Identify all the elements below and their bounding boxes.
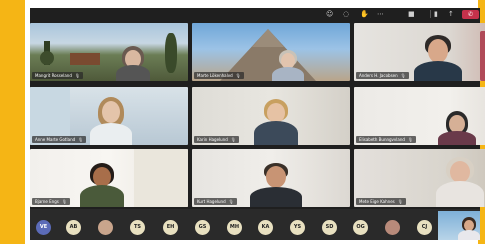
video-icon[interactable]: ■ bbox=[408, 10, 415, 18]
people-icon[interactable]: ☺ bbox=[326, 10, 333, 18]
toolbar-divider bbox=[430, 10, 431, 18]
participant-photo-avatar[interactable] bbox=[98, 220, 113, 235]
participant-name: Marte Lökenhalvd 🎙 bbox=[194, 72, 244, 79]
participant-photo-avatar[interactable] bbox=[385, 220, 400, 235]
meeting-window: ☺ ◌ ✋ ⋯ ■ ▮ ↑ ✆ Mangrit Rosseland 🎙 Mart… bbox=[30, 8, 485, 240]
participant-name: Anne Marte Gotland 🎙 bbox=[32, 136, 87, 143]
participant-name: Kurt Hagelund 🎙 bbox=[194, 198, 237, 205]
participant-avatar[interactable]: SD bbox=[322, 220, 337, 235]
chat-icon[interactable]: ◌ bbox=[343, 10, 349, 18]
participant-avatar[interactable]: OG bbox=[353, 220, 368, 235]
participant-avatar[interactable]: TS bbox=[130, 220, 145, 235]
participant-avatar[interactable]: GS bbox=[195, 220, 210, 235]
participant-avatar[interactable]: CJ bbox=[417, 220, 432, 235]
more-icon[interactable]: ⋯ bbox=[377, 10, 384, 18]
participant-avatar[interactable]: KA bbox=[258, 220, 273, 235]
participant-name: Elisabeth Bunngvvland 🎙 bbox=[356, 136, 416, 143]
participant-name: Anders H. Jacobsen 🎙 bbox=[356, 72, 409, 79]
participant-name: Bjarne Engs 🎙 bbox=[32, 198, 70, 205]
video-tile[interactable]: Anne Marte Gotland 🎙 bbox=[30, 87, 188, 145]
end-call-icon[interactable]: ✆ bbox=[462, 10, 479, 19]
participant-avatar[interactable]: YS bbox=[290, 220, 305, 235]
video-tile[interactable]: Anders H. Jacobsen 🎙 bbox=[354, 23, 485, 81]
participant-name: Mangrit Rosseland 🎙 bbox=[32, 72, 83, 79]
meeting-toolbar: ☺ ◌ ✋ ⋯ ■ ▮ ↑ ✆ bbox=[30, 8, 480, 20]
yellow-frame-left bbox=[0, 0, 25, 244]
video-tile[interactable]: Karin Hagelund 🎙 bbox=[192, 87, 350, 145]
participant-avatar[interactable]: MH bbox=[227, 220, 242, 235]
video-tile[interactable]: Mangrit Rosseland 🎙 bbox=[30, 23, 188, 81]
participant-strip: VE AB TS EH GS MH KA YS SD OG CJ bbox=[30, 209, 480, 240]
participant-avatar[interactable]: AB bbox=[66, 220, 81, 235]
video-tile[interactable]: Mete Eige Kahnes 🎙 bbox=[354, 149, 485, 207]
self-view-video[interactable] bbox=[438, 211, 480, 240]
video-tile[interactable]: Marte Lökenhalvd 🎙 bbox=[192, 23, 350, 81]
participant-name: Mete Eige Kahnes 🎙 bbox=[356, 198, 406, 205]
video-tile[interactable]: Bjarne Engs 🎙 bbox=[30, 149, 188, 207]
participant-name: Karin Hagelund 🎙 bbox=[194, 136, 239, 143]
video-tile[interactable]: Elisabeth Bunngvvland 🎙 bbox=[354, 87, 485, 145]
mic-icon[interactable]: ▮ bbox=[434, 10, 438, 18]
video-tile[interactable]: Kurt Hagelund 🎙 bbox=[192, 149, 350, 207]
hand-icon[interactable]: ✋ bbox=[360, 10, 369, 18]
participant-avatar[interactable]: EH bbox=[163, 220, 178, 235]
share-icon[interactable]: ↑ bbox=[448, 10, 454, 18]
participant-avatar[interactable]: VE bbox=[36, 220, 51, 235]
